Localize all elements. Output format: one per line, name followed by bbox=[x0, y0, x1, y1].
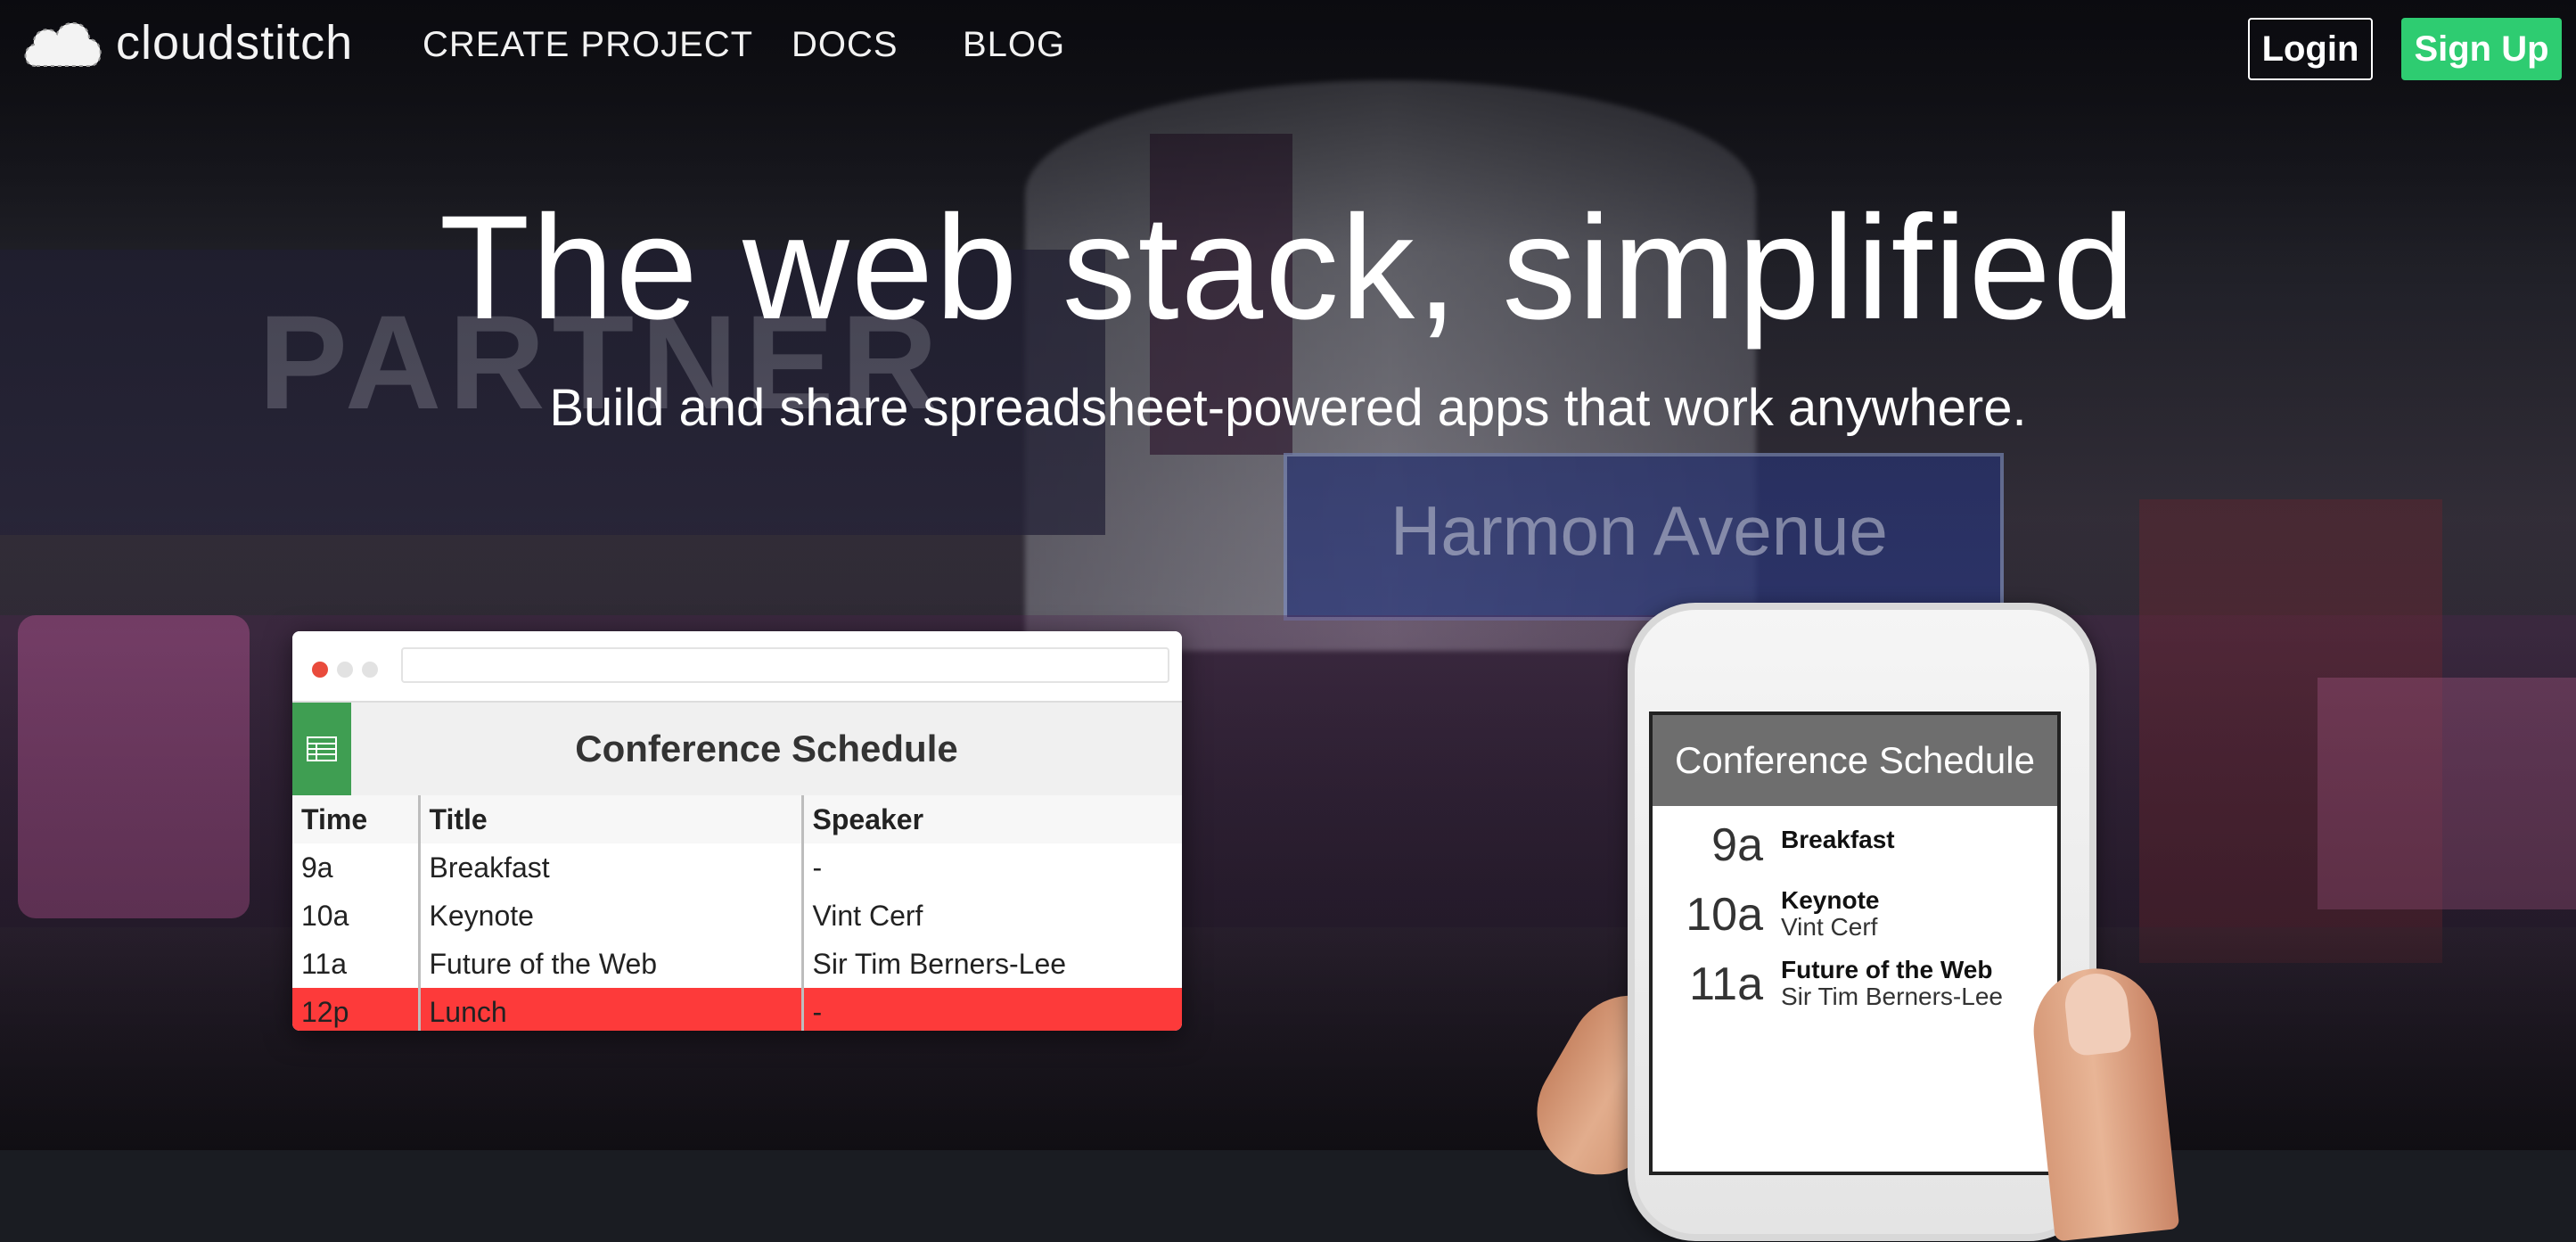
list-item-title: Breakfast bbox=[1781, 826, 1895, 853]
browser-titlebar bbox=[292, 631, 1182, 703]
spreadsheet-title: Conference Schedule bbox=[575, 728, 958, 769]
table-row: 10a Keynote Vint Cerf bbox=[292, 892, 1182, 940]
column-header: Speaker bbox=[802, 795, 1182, 843]
spreadsheet-window: Conference Schedule Time Title Speaker 9… bbox=[292, 631, 1182, 1031]
schedule-table: Time Title Speaker 9a Breakfast - 10a Ke… bbox=[292, 795, 1182, 1031]
table-cell[interactable]: Keynote bbox=[419, 892, 804, 940]
phone-screen: Conference Schedule 9a Breakfast 10a Key… bbox=[1649, 711, 2061, 1175]
list-item-speaker: Vint Cerf bbox=[1781, 913, 1878, 941]
table-header-row: Time Title Speaker bbox=[292, 795, 1182, 843]
table-cell[interactable]: 12p bbox=[292, 988, 421, 1031]
table-cell[interactable]: 11a bbox=[292, 940, 421, 988]
minimize-dot-icon bbox=[337, 662, 353, 678]
hero-title: The web stack, simplified bbox=[439, 185, 2137, 350]
table-cell[interactable]: Future of the Web bbox=[419, 940, 804, 988]
signup-button[interactable]: Sign Up bbox=[2401, 18, 2562, 80]
list-item[interactable]: 11a Future of the Web Sir Tim Berners-Le… bbox=[1653, 949, 2057, 1018]
table-row: 11a Future of the Web Sir Tim Berners-Le… bbox=[292, 940, 1182, 988]
nav-create-project[interactable]: CREATE PROJECT bbox=[422, 25, 753, 65]
brand-name: cloudstitch bbox=[116, 16, 354, 70]
maximize-dot-icon bbox=[362, 662, 378, 678]
top-navigation: cloudstitch CREATE PROJECT DOCS BLOG Log… bbox=[0, 0, 2576, 100]
table-cell[interactable]: Sir Tim Berners-Lee bbox=[802, 940, 1182, 988]
list-item-speaker: Sir Tim Berners-Lee bbox=[1781, 983, 2003, 1010]
address-bar bbox=[401, 647, 1169, 683]
brand-logo[interactable]: cloudstitch bbox=[20, 7, 353, 78]
spreadsheet-icon bbox=[292, 703, 351, 795]
list-item-title: Keynote bbox=[1781, 886, 1880, 914]
spreadsheet-header: Conference Schedule bbox=[292, 703, 1182, 795]
list-item-time: 9a bbox=[1711, 819, 1763, 871]
list-item[interactable]: 9a Breakfast bbox=[1653, 810, 2057, 879]
column-header: Title bbox=[419, 795, 804, 843]
table-cell[interactable]: 9a bbox=[292, 843, 421, 892]
list-item-time: 11a bbox=[1689, 958, 1763, 1010]
table-cell[interactable]: Breakfast bbox=[419, 843, 804, 892]
login-button[interactable]: Login bbox=[2248, 18, 2373, 80]
cloud-icon bbox=[20, 7, 105, 78]
nav-blog[interactable]: BLOG bbox=[963, 25, 1065, 65]
list-item-time: 10a bbox=[1686, 889, 1763, 941]
mobile-app-title: Conference Schedule bbox=[1653, 715, 2057, 806]
table-cell[interactable]: 10a bbox=[292, 892, 421, 940]
list-item[interactable]: 10a Keynote Vint Cerf bbox=[1653, 879, 2057, 949]
hero-subtitle: Build and share spreadsheet-powered apps… bbox=[549, 379, 2027, 437]
table-cell[interactable]: - bbox=[802, 988, 1182, 1031]
table-row: 9a Breakfast - bbox=[292, 843, 1182, 892]
list-item-title: Future of the Web bbox=[1781, 956, 1993, 983]
close-dot-icon bbox=[312, 662, 328, 678]
table-cell[interactable]: Vint Cerf bbox=[802, 892, 1182, 940]
column-header: Time bbox=[292, 795, 421, 843]
nav-docs[interactable]: DOCS bbox=[792, 25, 898, 65]
table-cell[interactable]: Lunch bbox=[419, 988, 804, 1031]
table-cell[interactable]: - bbox=[802, 843, 1182, 892]
table-row-highlighted: 12p Lunch - bbox=[292, 988, 1182, 1031]
